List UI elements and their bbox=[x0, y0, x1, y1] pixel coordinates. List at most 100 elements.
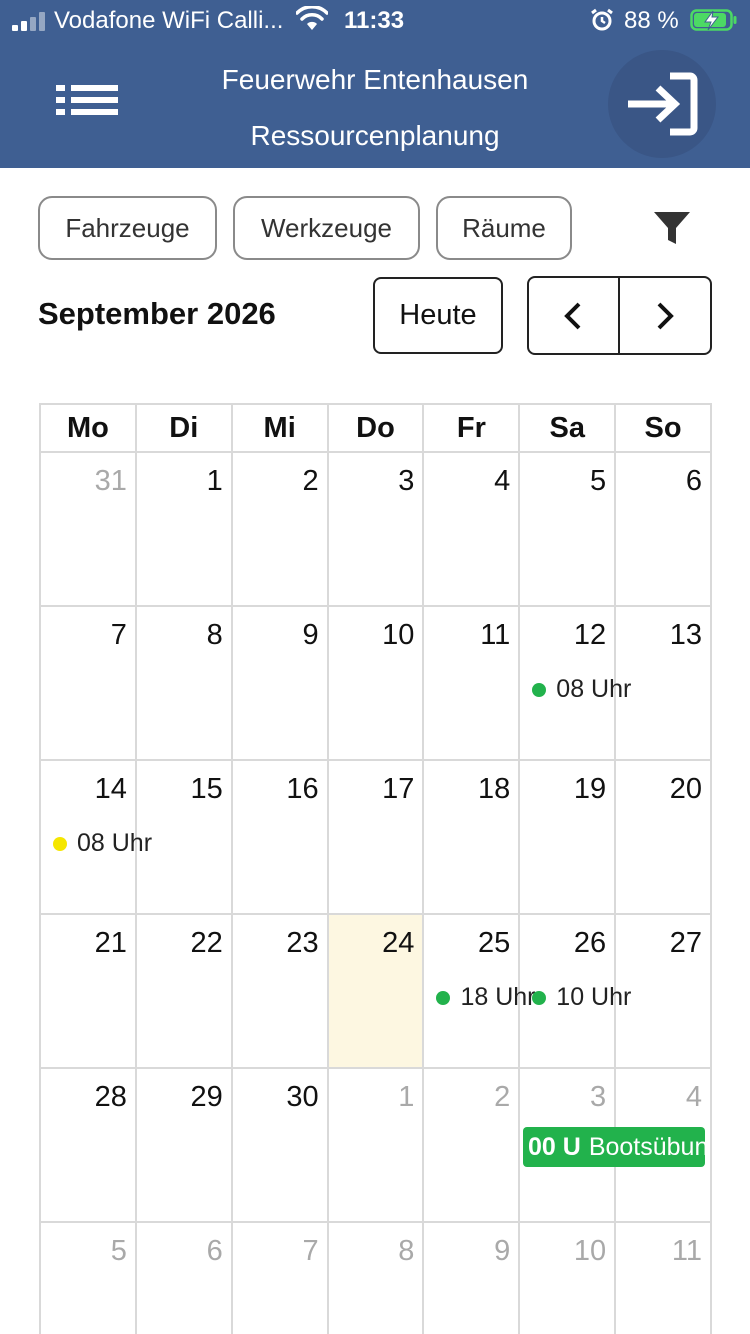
chevron-right-icon bbox=[657, 302, 674, 329]
calendar-week: 31 1 2 3 4 5 6 bbox=[41, 453, 713, 607]
next-month-button[interactable] bbox=[620, 278, 711, 353]
day-number: 7 bbox=[302, 1235, 319, 1267]
event-dot bbox=[436, 990, 451, 1005]
day-cell[interactable]: 7 bbox=[233, 1223, 329, 1334]
day-number: 30 bbox=[286, 1081, 319, 1113]
wifi-icon bbox=[296, 6, 328, 30]
day-cell[interactable]: 20 bbox=[616, 761, 713, 915]
day-number: 6 bbox=[206, 1235, 223, 1267]
day-number: 6 bbox=[685, 465, 703, 497]
day-number: 23 bbox=[286, 927, 319, 959]
month-calendar: Mo Di Mi Do Fr Sa So 31 1 2 3 4 5 6 7 8 … bbox=[39, 403, 713, 1334]
day-number: 11 bbox=[480, 619, 511, 651]
list-icon bbox=[56, 85, 118, 115]
day-cell[interactable]: 1 bbox=[136, 453, 233, 607]
event-entry[interactable]: 08 Uhr bbox=[53, 829, 152, 858]
day-cell[interactable]: 21 bbox=[41, 915, 137, 1069]
calendar-week: 5 6 7 8 9 10 11 bbox=[41, 1223, 713, 1334]
event-dot bbox=[532, 682, 547, 697]
day-cell[interactable]: 2 bbox=[232, 453, 329, 607]
event-time: 10 Uhr bbox=[556, 983, 632, 1011]
signal-icon bbox=[12, 11, 52, 31]
menu-button[interactable] bbox=[50, 78, 126, 130]
day-cell[interactable]: 30 bbox=[232, 1069, 329, 1223]
day-cell[interactable]: 12 08 Uhr bbox=[520, 607, 631, 761]
day-number: 3 bbox=[590, 1081, 607, 1113]
filter-chip-raeume[interactable]: Räume bbox=[436, 196, 572, 260]
day-cell[interactable]: 14 08 Uhr bbox=[41, 761, 152, 915]
day-cell[interactable]: 10 bbox=[328, 607, 425, 761]
day-cell[interactable]: 6 bbox=[616, 453, 713, 607]
day-cell[interactable]: 9 bbox=[232, 607, 329, 761]
status-bar: Vodafone WiFi Calli... 11:33 88 % bbox=[0, 0, 750, 42]
day-number: 28 bbox=[94, 1081, 127, 1113]
day-cell[interactable]: 1 bbox=[328, 1069, 425, 1223]
day-cell[interactable]: 7 bbox=[41, 607, 137, 761]
event-time: 18 Uhr bbox=[460, 983, 536, 1011]
day-number: 5 bbox=[590, 465, 607, 497]
funnel-icon[interactable] bbox=[650, 208, 694, 248]
today-button[interactable]: Heute bbox=[373, 277, 503, 354]
day-cell-today[interactable]: 24 bbox=[328, 915, 425, 1069]
day-cell[interactable]: 3 bbox=[328, 453, 425, 607]
day-cell[interactable]: 8 bbox=[136, 607, 233, 761]
event-time: 00 U bbox=[528, 1133, 581, 1161]
day-number: 4 bbox=[685, 1081, 703, 1113]
day-cell[interactable]: 5 bbox=[520, 453, 617, 607]
event-entry[interactable]: 10 Uhr bbox=[532, 983, 631, 1012]
day-cell[interactable]: 28 bbox=[41, 1069, 137, 1223]
day-cell[interactable]: 10 bbox=[520, 1223, 617, 1334]
day-cell[interactable]: 18 bbox=[424, 761, 521, 915]
day-cell[interactable]: 26 10 Uhr bbox=[520, 915, 631, 1069]
day-cell[interactable]: 4 bbox=[424, 453, 521, 607]
event-entry[interactable]: 08 Uhr bbox=[532, 675, 631, 704]
day-cell[interactable]: 5 bbox=[41, 1223, 137, 1334]
calendar-week: 7 8 9 10 11 12 08 Uhr 13 bbox=[41, 607, 713, 761]
day-number: 29 bbox=[190, 1081, 223, 1113]
day-cell[interactable]: 6 bbox=[137, 1223, 233, 1334]
calendar-week: 21 22 23 24 25 18 Uhr 26 10 Uhr 27 bbox=[41, 915, 713, 1069]
day-cell[interactable]: 31 bbox=[41, 453, 137, 607]
day-cell[interactable]: 17 bbox=[328, 761, 425, 915]
day-number: 2 bbox=[302, 465, 319, 497]
weekday-mo: Mo bbox=[41, 405, 137, 453]
carrier-name: Vodafone WiFi Calli... bbox=[54, 7, 284, 34]
day-cell[interactable]: 19 bbox=[520, 761, 617, 915]
day-number: 15 bbox=[190, 773, 223, 805]
weekday-mi: Mi bbox=[232, 405, 329, 453]
event-time: 08 Uhr bbox=[77, 829, 153, 857]
day-number: 31 bbox=[94, 465, 127, 497]
day-cell[interactable]: 25 18 Uhr bbox=[424, 915, 535, 1069]
day-number: 12 bbox=[573, 619, 607, 651]
event-title: Bootsübun bbox=[588, 1133, 705, 1161]
day-number: 27 bbox=[669, 927, 703, 959]
day-cell[interactable]: 29 bbox=[136, 1069, 233, 1223]
calendar-week: 14 08 Uhr 15 16 17 18 19 20 bbox=[41, 761, 713, 915]
day-number: 3 bbox=[398, 465, 415, 497]
event-bar[interactable]: 00 U Bootsübun bbox=[523, 1127, 705, 1167]
day-cell[interactable]: 22 bbox=[136, 915, 233, 1069]
filter-chip-fahrzeuge[interactable]: Fahrzeuge bbox=[38, 196, 217, 260]
day-number: 13 bbox=[669, 619, 703, 651]
day-cell[interactable]: 9 bbox=[424, 1223, 521, 1334]
day-cell[interactable]: 11 bbox=[424, 607, 521, 761]
day-number: 4 bbox=[494, 465, 511, 497]
login-button[interactable] bbox=[608, 50, 716, 158]
day-cell[interactable]: 2 bbox=[424, 1069, 521, 1223]
day-number: 18 bbox=[478, 773, 511, 805]
sign-in-icon bbox=[628, 72, 698, 136]
event-entry[interactable]: 18 Uhr bbox=[436, 983, 535, 1012]
chevron-left-icon bbox=[564, 302, 581, 329]
day-number: 10 bbox=[573, 1235, 607, 1267]
day-cell[interactable]: 11 bbox=[616, 1223, 713, 1334]
filter-chip-werkzeuge[interactable]: Werkzeuge bbox=[233, 196, 420, 260]
month-nav bbox=[527, 276, 712, 355]
event-time: 08 Uhr bbox=[556, 675, 632, 703]
day-number: 24 bbox=[382, 927, 415, 959]
battery-charging-icon bbox=[690, 9, 737, 31]
day-number: 21 bbox=[94, 927, 127, 959]
prev-month-button[interactable] bbox=[529, 278, 620, 353]
day-cell[interactable]: 16 bbox=[232, 761, 329, 915]
day-cell[interactable]: 23 bbox=[232, 915, 329, 1069]
day-cell[interactable]: 8 bbox=[329, 1223, 425, 1334]
